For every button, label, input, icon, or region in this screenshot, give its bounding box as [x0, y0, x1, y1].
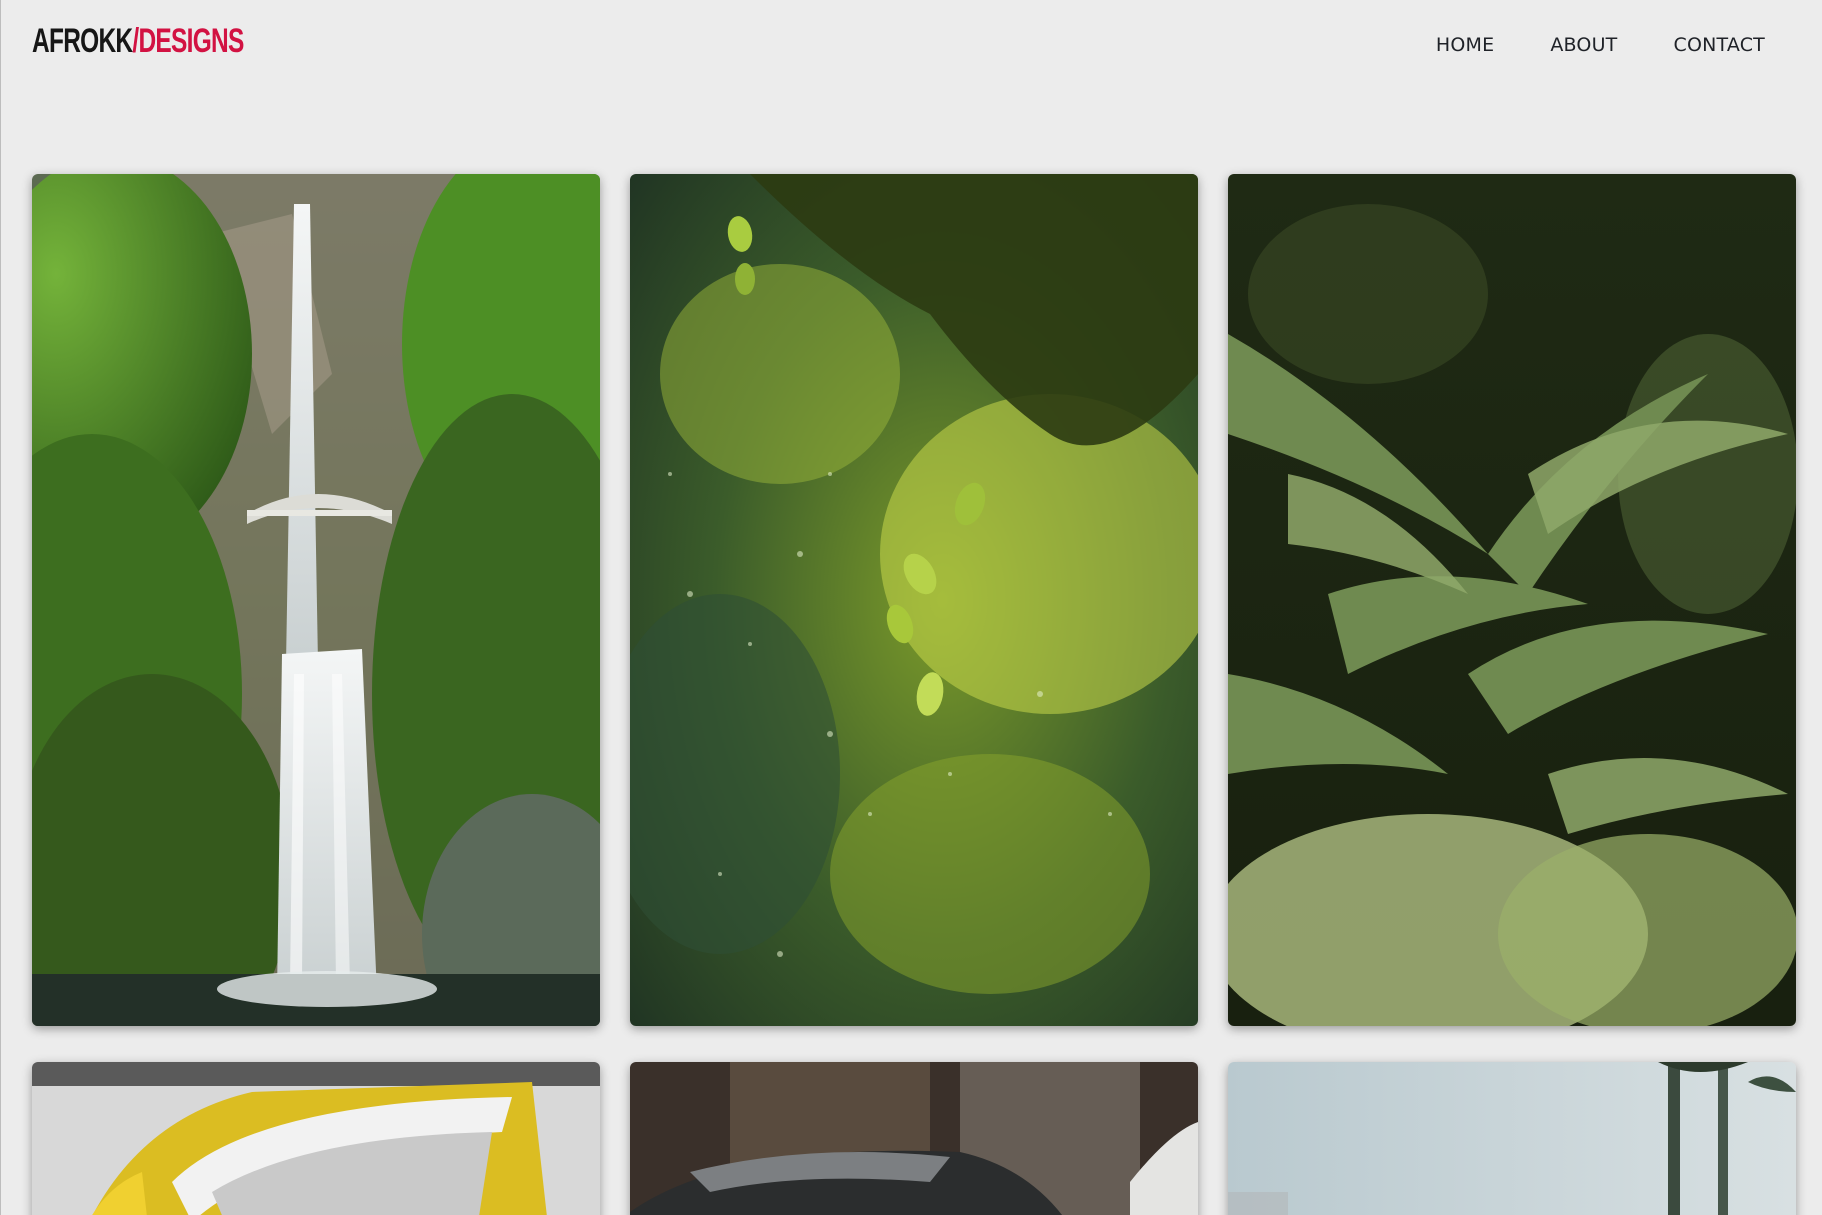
gallery-photo-waterfall[interactable]: [32, 174, 600, 1026]
palm-sky-image: [1228, 1062, 1796, 1215]
gallery-photo-street-car[interactable]: [630, 1062, 1198, 1215]
gallery-photo-palms[interactable]: [1228, 174, 1796, 1026]
photo-gallery: [1, 0, 1822, 1215]
gallery-photo-yellow-car[interactable]: [32, 1062, 600, 1215]
yellow-car-image: [32, 1062, 600, 1215]
gallery-photo-leaves[interactable]: [630, 174, 1198, 1026]
palm-fronds-image: [1228, 174, 1796, 1026]
page: AFROKK/DESIGNS HOME ABOUT CONTACT: [0, 0, 1822, 1215]
waterfall-image: [32, 174, 600, 1026]
street-car-image: [630, 1062, 1198, 1215]
gallery-photo-palm-sky[interactable]: [1228, 1062, 1796, 1215]
leaves-bokeh-image: [630, 174, 1198, 1026]
